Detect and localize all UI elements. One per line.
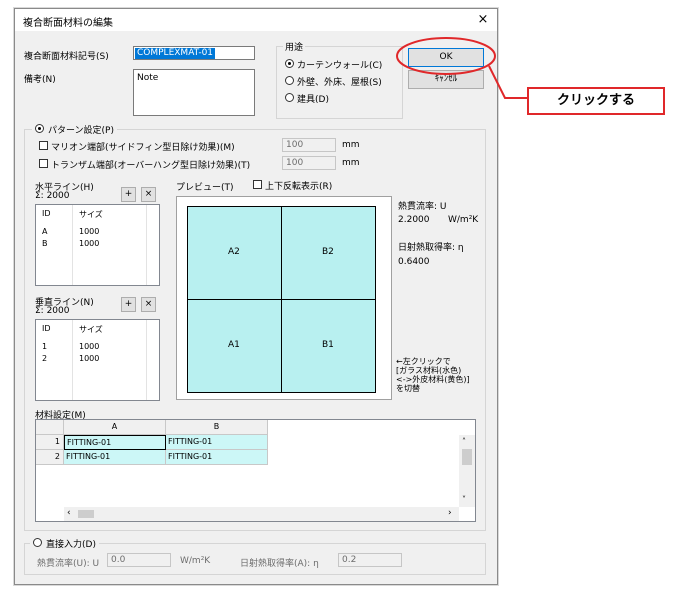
callout-connector bbox=[488, 65, 527, 99]
highlight-ellipse bbox=[396, 37, 496, 75]
callout-box: クリックする bbox=[527, 87, 665, 115]
